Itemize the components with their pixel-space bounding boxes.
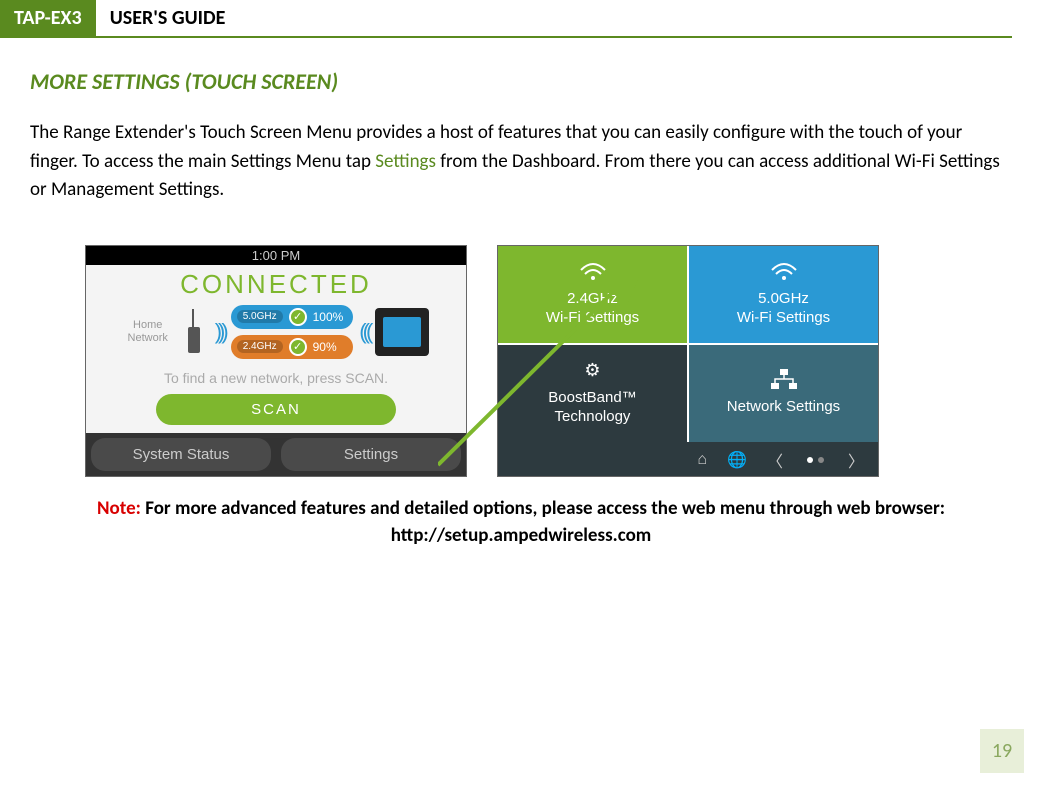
screenshot-row: 1:00 PM CONNECTED Home Network ))) 5.0GH… xyxy=(85,245,1042,477)
find-network-text: To find a new network, press SCAN. xyxy=(86,370,466,386)
signal-waves-right-icon: ((( xyxy=(359,319,369,345)
connection-status: CONNECTED xyxy=(86,269,466,300)
network-icon xyxy=(769,369,799,391)
section-heading: MORE SETTINGS (TOUCH SCREEN) xyxy=(30,68,1042,95)
tile-5ghz-line2: Wi-Fi Settings xyxy=(737,308,830,328)
note-paragraph: Note: For more advanced features and det… xyxy=(70,495,972,550)
dot-1 xyxy=(807,457,813,463)
note-text: For more advanced features and detailed … xyxy=(141,497,945,548)
router-icon xyxy=(179,302,209,362)
product-badge: TAP-EX3 xyxy=(0,0,96,36)
dashboard-screenshot: 1:00 PM CONNECTED Home Network ))) 5.0GH… xyxy=(85,245,467,477)
band-24ghz-label: 2.4GHz xyxy=(237,340,283,353)
wifi-icon xyxy=(578,261,608,283)
intro-paragraph: The Range Extender's Touch Screen Menu p… xyxy=(30,119,1002,205)
settings-bottom-bar: ⌂ 🌐 〈 〉 xyxy=(498,442,878,477)
tile-24ghz-line2: Wi-Fi Settings xyxy=(546,308,639,328)
gear-icon: ⚙ xyxy=(578,360,608,382)
band-24ghz-pill: 2.4GHz ✓ 90% xyxy=(231,335,354,359)
tile-24ghz-line1: 2.4GHz xyxy=(567,289,618,309)
tile-5ghz-line1: 5.0GHz xyxy=(758,289,809,309)
settings-word: Settings xyxy=(375,150,436,173)
home-icon[interactable]: ⌂ xyxy=(697,451,707,469)
prev-page-icon[interactable]: 〈 xyxy=(767,448,783,472)
tile-boostband-line2: Technology xyxy=(555,407,631,427)
tile-boostband-line1: BoostBand™ xyxy=(548,388,636,408)
tile-network-label: Network Settings xyxy=(727,397,840,417)
tile-5ghz-wifi[interactable]: 5.0GHz Wi-Fi Settings xyxy=(689,246,878,343)
time-bar: 1:00 PM xyxy=(86,246,466,265)
settings-tiles: 2.4GHz Wi-Fi Settings 5.0GHz Wi-Fi Setti… xyxy=(498,246,878,442)
scan-button[interactable]: SCAN xyxy=(156,394,396,425)
settings-menu-screenshot: 2.4GHz Wi-Fi Settings 5.0GHz Wi-Fi Setti… xyxy=(497,245,879,477)
dot-2 xyxy=(818,457,824,463)
band-24ghz-pct: 90% xyxy=(313,340,337,354)
dashboard-bottom-bar: System Status Settings xyxy=(86,433,466,476)
band-5ghz-label: 5.0GHz xyxy=(237,310,283,323)
home-network-label: Home Network xyxy=(123,319,173,343)
page-number: 19 xyxy=(980,729,1024,773)
band-5ghz-pill: 5.0GHz ✓ 100% xyxy=(231,305,354,329)
page-header: TAP-EX3 USER'S GUIDE xyxy=(0,0,1012,38)
note-label: Note: xyxy=(97,497,141,520)
page-dots xyxy=(807,457,824,463)
globe-icon[interactable]: 🌐 xyxy=(727,450,747,470)
check-icon: ✓ xyxy=(289,308,307,326)
dashboard-main: Home Network ))) 5.0GHz ✓ 100% 2.4GHz ✓ … xyxy=(86,302,466,362)
signal-waves-left-icon: ))) xyxy=(215,319,225,345)
check-icon: ✓ xyxy=(289,338,307,356)
device-screen-icon xyxy=(383,317,421,347)
tile-24ghz-wifi[interactable]: 2.4GHz Wi-Fi Settings xyxy=(498,246,687,343)
band-5ghz-pct: 100% xyxy=(313,310,344,324)
settings-button[interactable]: Settings xyxy=(281,438,461,471)
guide-title: USER'S GUIDE xyxy=(96,0,240,36)
band-pills: 5.0GHz ✓ 100% 2.4GHz ✓ 90% xyxy=(231,305,354,359)
extender-device-icon xyxy=(375,308,429,356)
system-status-button[interactable]: System Status xyxy=(91,438,271,471)
wifi-icon xyxy=(769,261,799,283)
next-page-icon[interactable]: 〉 xyxy=(848,448,864,472)
tile-network-settings[interactable]: Network Settings xyxy=(689,345,878,442)
tile-boostband[interactable]: ⚙ BoostBand™ Technology xyxy=(498,345,687,442)
